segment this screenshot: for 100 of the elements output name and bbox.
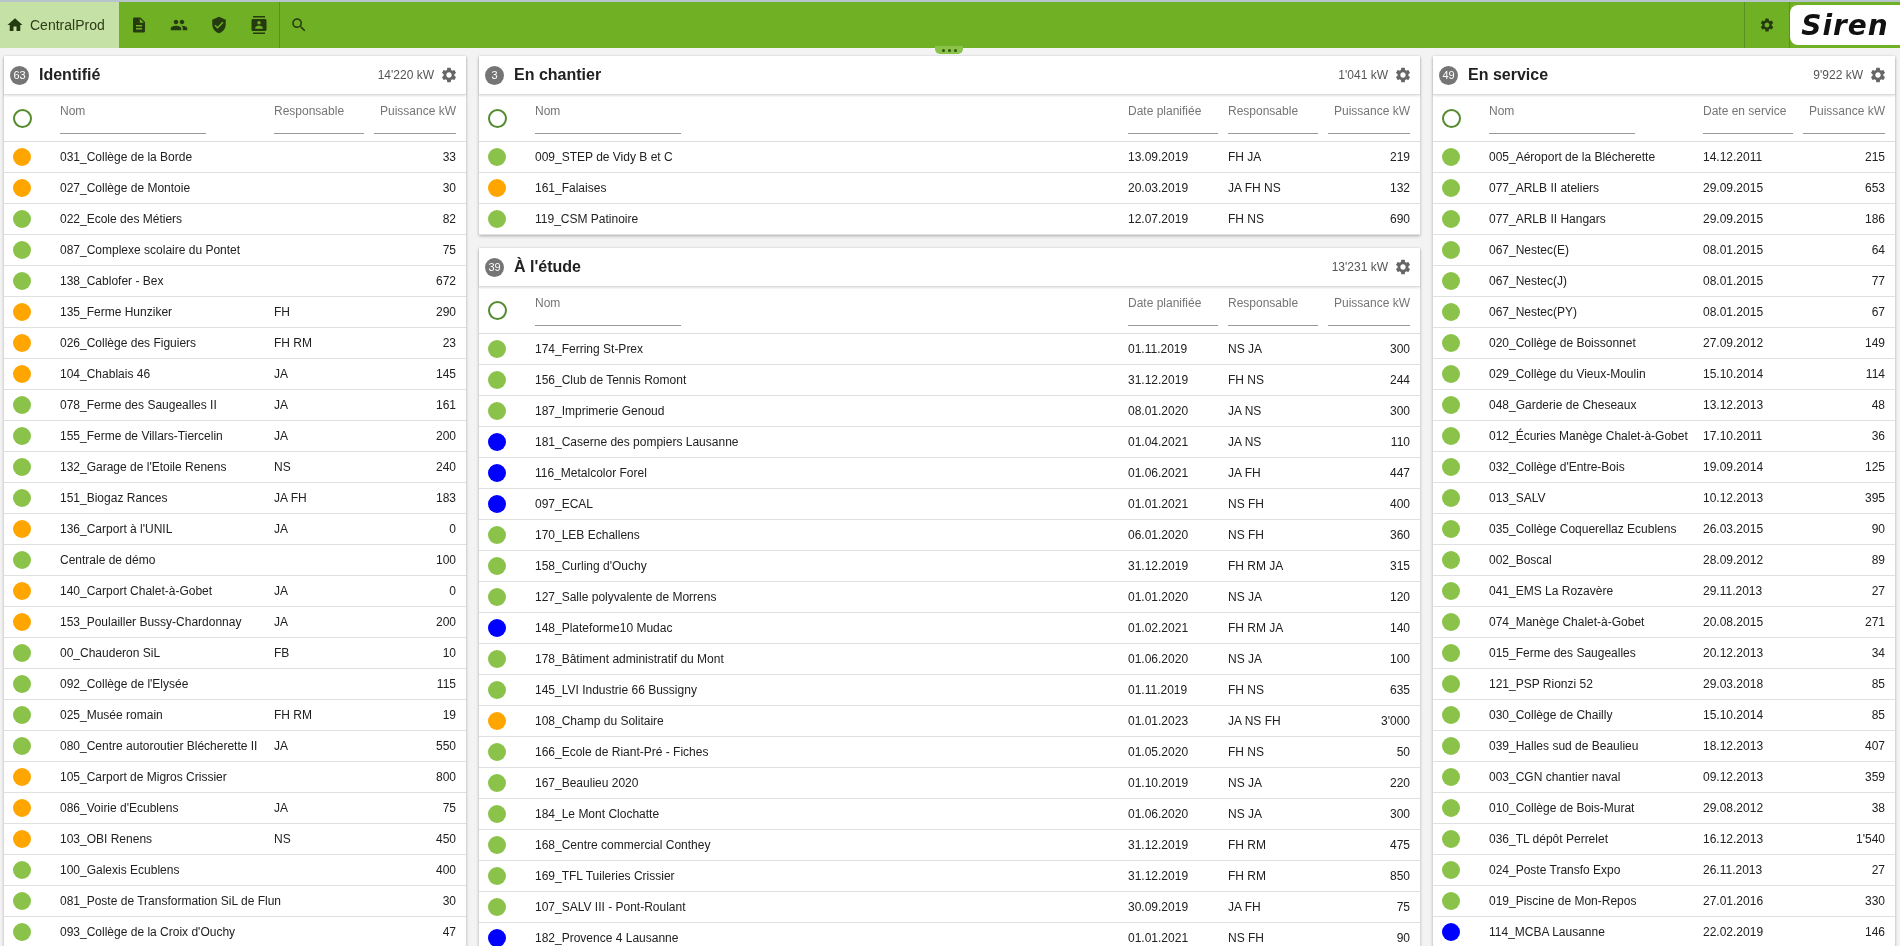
table-cell-text: 156_Club de Tennis Romont [535,373,688,387]
table-cell-text: 067_Nestec(E) [1489,243,1571,257]
table-cell-text: 184_Le Mont Clochatte [535,807,661,821]
table-cell-text: JA [274,739,289,753]
table-cell-text: 01.11.2019 [1128,342,1189,356]
table-cell-text: JA NS FH [1228,714,1282,728]
settings-icon [440,66,458,84]
table-cell-text: 136_Carport à l'UNIL [60,522,174,536]
count-badge: 49 [1439,65,1458,85]
table-cell-text: 82 [441,212,456,226]
table-cell-text: FH RM [1228,869,1267,883]
table-cell-text: 145_LVI Industrie 66 Bussigny [535,683,698,697]
table-cell-text: 15.10.2014 [1703,367,1765,381]
nav-tab[interactable]: CentralProd [0,2,119,48]
table-cell-text: 407 [1863,739,1885,753]
table-cell-text: 34 [1870,646,1885,660]
table-cell-text: 31.12.2019 [1128,559,1190,573]
table-cell-text: 115 [435,677,456,691]
table-cell-text: 114_MCBA Lausanne [1489,925,1606,939]
table-cell-text: 161_Falaises [535,181,608,195]
table-cell-text: 035_Collège Coquerellaz Ecublens [1489,522,1678,536]
table-cell-text: 450 [434,832,456,846]
table-cell-text: 30.09.2019 [1128,900,1190,914]
table-cell-text: FH RM [1228,838,1267,852]
table-cell-text: 120 [1388,590,1410,604]
table-cell-text: 31.12.2019 [1128,838,1190,852]
table-cell-text: NS JA [1228,776,1263,790]
table-cell-text: 29.11.2013 [1703,584,1764,598]
table-cell-text: 1'540 [1855,832,1885,846]
column-header[interactable]: Responsable [274,104,364,118]
column-header[interactable]: Nom [535,104,1118,118]
select-all-radio[interactable] [488,300,507,320]
table-cell-text: 168_Centre commercial Conthey [535,838,712,852]
table-cell-text: 026_Collège des Figuiers [60,336,198,350]
table-cell-text: 145 [434,367,456,381]
table-cell-text: 105_Carport de Migros Crissier [60,770,228,784]
table-cell-text: 215 [1863,150,1885,164]
table-cell-text: 01.01.2021 [1128,497,1190,511]
select-all-radio[interactable] [488,108,507,128]
table-cell-text: 146 [1863,925,1885,939]
column-header[interactable]: Date planifiée [1128,296,1218,310]
table-cell-text: NS [274,460,292,474]
table-cell-text: 114 [1864,367,1885,381]
table-cell-text: 400 [1388,497,1410,511]
column-header[interactable]: Puissance kW [1333,296,1410,310]
table-cell-text: 138_Cablofer - Bex [60,274,165,288]
table-cell-text: 12.07.2019 [1128,212,1190,226]
column-header[interactable]: Nom [60,104,264,118]
table-cell-text: 38 [1870,801,1885,815]
table-cell-text: 244 [1388,373,1410,387]
count-badge: 3 [485,65,504,85]
table-cell-text: FH RM JA [1228,621,1285,635]
column-header[interactable]: Responsable [1228,104,1318,118]
table-cell-text: NS JA [1228,652,1263,666]
column-header[interactable]: Responsable [1228,296,1318,310]
column-header[interactable]: Date en service [1703,104,1793,118]
drag-handle[interactable] [935,46,963,54]
table-cell-text: 22.02.2019 [1703,925,1765,939]
table-cell-text: 330 [1863,894,1885,908]
table-cell-text: 01.10.2019 [1128,776,1190,790]
table-cell-text: 550 [434,739,456,753]
table-cell-text: 187_Imprimerie Genoud [535,404,666,418]
column-header[interactable]: Nom [1489,104,1693,118]
column-header[interactable]: Puissance kW [379,104,456,118]
table-cell-text: 271 [1863,615,1885,629]
table-cell-text: FH NS [1228,683,1265,697]
table-cell-text: 10.12.2013 [1703,491,1765,505]
table-cell-text: 17.10.2011 [1703,429,1764,443]
total-power: 14'220 kW [377,68,434,82]
table-cell-text: JA NS [1228,404,1263,418]
table-cell-text: 50 [1395,745,1410,759]
table-cell-text: 036_TL dépôt Perrelet [1489,832,1609,846]
table-cell-text: 100 [1388,652,1410,666]
table-cell-text: 183 [434,491,456,505]
table-cell-text: 077_ARLB II Hangars [1489,212,1607,226]
table-cell-text: 031_Collège de la Borde [60,150,194,164]
column-header[interactable]: Date planifiée [1128,104,1218,118]
table-cell-text: 14.12.2011 [1703,150,1764,164]
table-cell-text: JA [274,429,289,443]
table-cell-text: 220 [1388,776,1410,790]
select-all-radio[interactable] [13,108,32,128]
table-cell-text: 13.12.2013 [1703,398,1765,412]
table-cell-text: 3'000 [1380,714,1410,728]
logo: Siren [1790,5,1900,45]
table-cell-text: 26.11.2013 [1703,863,1764,877]
table-cell-text: 359 [1863,770,1885,784]
table-cell-text: 27 [1870,584,1885,598]
table-cell-text: FB [274,646,291,660]
table-cell-text: 48 [1870,398,1885,412]
column-header[interactable]: Nom [535,296,1118,310]
table-cell-text: 690 [1388,212,1410,226]
table-cell-text: 015_Ferme des Saugealles [1489,646,1637,660]
column-header[interactable]: Puissance kW [1333,104,1410,118]
table-cell-text: 100 [434,553,456,567]
select-all-radio[interactable] [1442,108,1461,128]
table-cell-text: 110 [1389,435,1410,449]
table-cell-text: JA [274,801,289,815]
column-header[interactable]: Puissance kW [1808,104,1885,118]
table-cell-text: NS JA [1228,590,1263,604]
table-cell-text: 300 [1388,807,1410,821]
